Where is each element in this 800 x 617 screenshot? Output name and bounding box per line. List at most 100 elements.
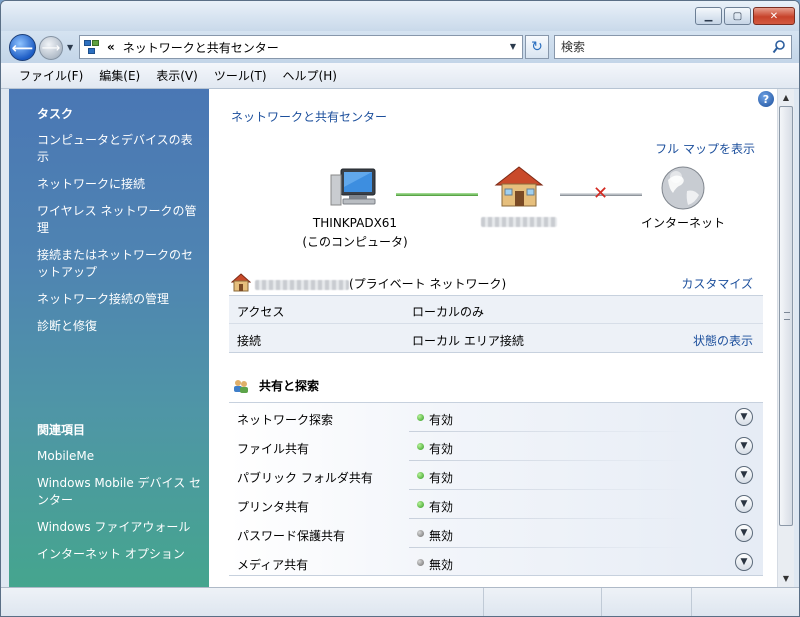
- minimize-button[interactable]: ▁: [695, 7, 722, 25]
- close-icon: ✕: [769, 10, 779, 22]
- menu-bar: ファイル(F) 編集(E) 表示(V) ツール(T) ヘルプ(H): [1, 63, 799, 89]
- vertical-scrollbar[interactable]: ▲ ▼: [777, 89, 794, 587]
- link-local: [396, 193, 478, 196]
- arrow-right-icon: ⟶: [41, 40, 61, 56]
- computer-node-label: THINKPADX61 (このコンピュータ): [289, 214, 421, 252]
- redacted-network-name: [481, 217, 557, 227]
- task-manage-connections[interactable]: ネットワーク接続の管理: [37, 291, 202, 308]
- network-type: (プライベート ネットワーク): [349, 277, 507, 291]
- access-label: アクセス: [237, 305, 285, 319]
- status-on-icon: [417, 443, 424, 450]
- expand-public-folder-button[interactable]: ▼: [735, 466, 753, 484]
- house-icon: [231, 273, 251, 292]
- network-map: ✕ THINKPADX61 (このコンピュータ) インターネット: [209, 159, 777, 259]
- maximize-icon: ▢: [732, 10, 743, 22]
- task-manage-wireless[interactable]: ワイヤレス ネットワークの管理: [37, 203, 202, 237]
- view-full-map-link[interactable]: フル マップを表示: [655, 140, 755, 157]
- internet-globe-icon[interactable]: [659, 165, 707, 211]
- address-row: ⟵ ⟶ ▼ « ネットワークと共有センター ▼ ↻: [1, 31, 799, 63]
- sharing-row: ファイル共有 有効 ▼: [229, 432, 763, 461]
- related-firewall[interactable]: Windows ファイアウォール: [37, 519, 202, 536]
- sharing-row: ネットワーク探索 有効 ▼: [229, 403, 763, 432]
- breadcrumb-current[interactable]: ネットワークと共有センター: [123, 39, 279, 56]
- sharing-label: プリンタ共有: [237, 500, 310, 514]
- status-off-icon: [417, 559, 424, 566]
- menu-edit[interactable]: 編集(E): [91, 64, 148, 87]
- breadcrumb-overflow[interactable]: «: [107, 40, 115, 54]
- main-content: ? ネットワークと共有センター フル マップを表示 ✕ THINKPADX61 …: [209, 89, 777, 587]
- related-heading: 関連項目: [37, 423, 86, 437]
- expand-printer-sharing-button[interactable]: ▼: [735, 495, 753, 513]
- task-connect-network[interactable]: ネットワークに接続: [37, 176, 202, 193]
- menu-view[interactable]: 表示(V): [148, 64, 206, 87]
- related-windows-mobile[interactable]: Windows Mobile デバイス センター: [37, 475, 202, 509]
- search-input[interactable]: [561, 40, 761, 54]
- address-dropdown-icon[interactable]: ▼: [510, 42, 516, 51]
- network-header-row: (プライベート ネットワーク) カスタマイズ: [229, 271, 765, 295]
- scroll-up-icon[interactable]: ▲: [778, 89, 794, 106]
- access-value: ローカルのみ: [412, 305, 485, 319]
- sharing-label: メディア共有: [237, 558, 309, 572]
- sharing-status: 有効: [429, 471, 454, 485]
- sharing-row: パスワード保護共有 無効 ▼: [229, 519, 763, 548]
- related-internet-options[interactable]: インターネット オプション: [37, 546, 202, 563]
- minimize-icon: ▁: [704, 10, 713, 22]
- scroll-thumb[interactable]: [779, 106, 793, 526]
- status-off-icon: [417, 530, 424, 537]
- menu-tools[interactable]: ツール(T): [206, 64, 275, 87]
- sharing-settings: ネットワーク探索 有効 ▼ ファイル共有 有効 ▼ パブリック フォルダ共有 有…: [229, 402, 763, 576]
- menu-file[interactable]: ファイル(F): [11, 64, 91, 87]
- back-button[interactable]: ⟵: [9, 34, 36, 61]
- sharing-status: 有効: [429, 413, 454, 427]
- tasks-heading: タスク: [37, 107, 74, 121]
- title-bar: ▁ ▢ ✕: [1, 1, 799, 31]
- sharing-status: 有効: [429, 500, 454, 514]
- status-on-icon: [417, 501, 424, 508]
- recent-pages-dropdown[interactable]: ▼: [67, 43, 73, 52]
- sharing-heading: 共有と探索: [259, 379, 320, 393]
- search-icon[interactable]: [772, 39, 786, 55]
- network-center-icon: [83, 39, 101, 55]
- home-network-icon[interactable]: [494, 165, 544, 209]
- sharing-status: 有効: [429, 442, 454, 456]
- view-status-link[interactable]: 状態の表示: [693, 332, 753, 349]
- window-controls: ▁ ▢ ✕: [695, 7, 795, 25]
- task-view-computers[interactable]: コンピュータとデバイスの表示: [37, 132, 202, 166]
- search-box[interactable]: [554, 35, 792, 59]
- computer-subtitle: (このコンピュータ): [302, 235, 408, 249]
- sharing-row: メディア共有 無効 ▼: [229, 548, 763, 577]
- network-name: (プライベート ネットワーク): [255, 275, 506, 292]
- customize-link[interactable]: カスタマイズ: [681, 275, 753, 292]
- task-diagnose-repair[interactable]: 診断と修復: [37, 318, 202, 335]
- arrow-left-icon: ⟵: [11, 38, 34, 57]
- sharing-label: ネットワーク探索: [237, 413, 334, 427]
- page-title: ネットワークと共有センター: [231, 110, 388, 124]
- internet-node-label: インターネット: [640, 216, 725, 230]
- scroll-down-icon[interactable]: ▼: [778, 570, 794, 587]
- maximize-button[interactable]: ▢: [724, 7, 751, 25]
- expand-network-discovery-button[interactable]: ▼: [735, 408, 753, 426]
- connection-value: ローカル エリア接続: [412, 334, 524, 348]
- sharing-label: パスワード保護共有: [237, 529, 346, 543]
- task-setup-connection[interactable]: 接続またはネットワークのセットアップ: [37, 247, 202, 281]
- forward-button[interactable]: ⟶: [39, 36, 63, 60]
- redacted-network-title: [255, 279, 349, 290]
- expand-file-sharing-button[interactable]: ▼: [735, 437, 753, 455]
- close-button[interactable]: ✕: [753, 7, 795, 25]
- sharing-row: プリンタ共有 有効 ▼: [229, 490, 763, 519]
- sharing-row: パブリック フォルダ共有 有効 ▼: [229, 461, 763, 490]
- address-bar[interactable]: « ネットワークと共有センター ▼: [79, 35, 523, 59]
- computer-name: THINKPADX61: [312, 216, 398, 230]
- network-details: アクセス ローカルのみ 接続 ローカル エリア接続 状態の表示: [229, 295, 763, 353]
- expand-password-protection-button[interactable]: ▼: [735, 524, 753, 542]
- related-mobileme[interactable]: MobileMe: [37, 448, 202, 465]
- help-icon[interactable]: ?: [758, 91, 774, 107]
- expand-media-sharing-button[interactable]: ▼: [735, 553, 753, 571]
- menu-help[interactable]: ヘルプ(H): [275, 64, 345, 87]
- access-row: アクセス ローカルのみ: [229, 296, 763, 324]
- network-node-label: [477, 214, 561, 233]
- sharing-label: パブリック フォルダ共有: [237, 471, 373, 485]
- sharing-label: ファイル共有: [237, 442, 310, 456]
- computer-icon[interactable]: [329, 167, 381, 211]
- refresh-button[interactable]: ↻: [525, 35, 549, 59]
